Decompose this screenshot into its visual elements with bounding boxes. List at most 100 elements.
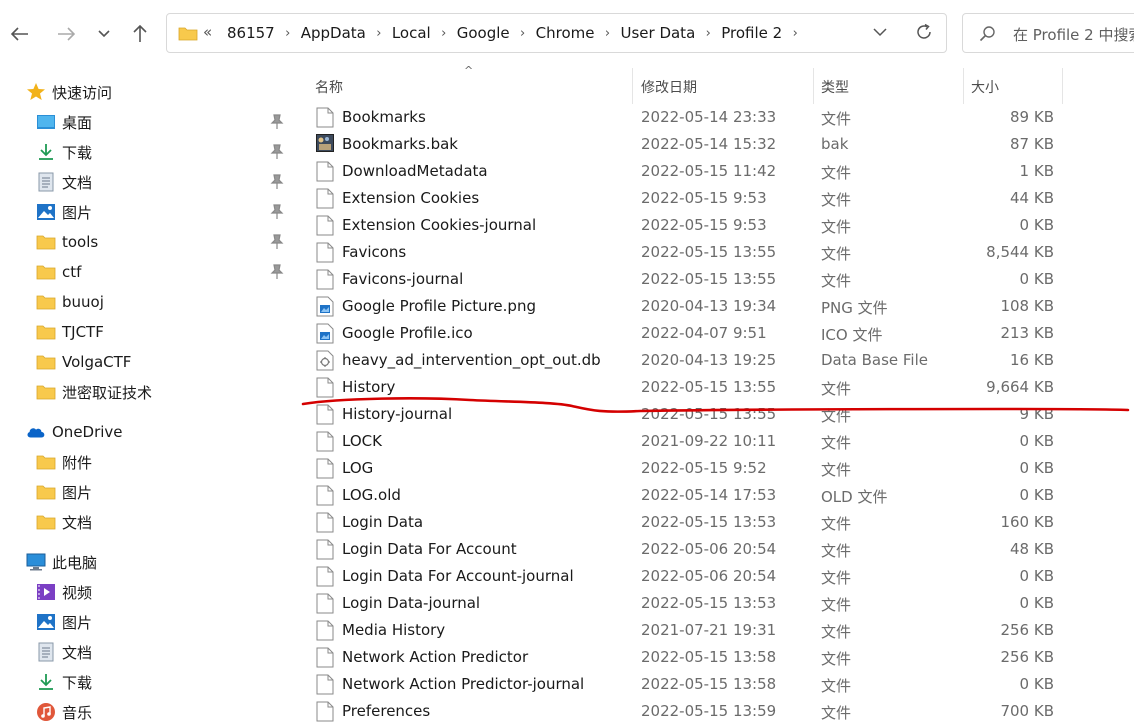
search-box[interactable]: 在 Profile 2 中搜索 bbox=[962, 13, 1134, 53]
folder-icon bbox=[36, 322, 56, 342]
file-row[interactable]: LOG.old 2022-05-14 17:53 OLD 文件 0 KB bbox=[296, 482, 1134, 509]
file-name: Login Data bbox=[342, 513, 424, 531]
file-row[interactable]: Bookmarks 2022-05-14 23:33 文件 89 KB bbox=[296, 104, 1134, 131]
sidebar-item-music[interactable]: 音乐 bbox=[0, 697, 292, 727]
column-header-name[interactable]: 名称 bbox=[315, 72, 343, 102]
sidebar-item-attachments[interactable]: 附件 bbox=[0, 447, 292, 477]
file-size: 0 KB bbox=[1019, 567, 1054, 585]
sidebar-item-pc-documents[interactable]: 文档 bbox=[0, 637, 292, 667]
file-date: 2020-04-13 19:25 bbox=[641, 351, 777, 369]
file-row[interactable]: Google Profile Picture.png 2020-04-13 19:… bbox=[296, 293, 1134, 320]
breadcrumb-item[interactable]: Chrome bbox=[532, 24, 599, 42]
pin-icon[interactable] bbox=[270, 114, 284, 130]
pin-icon[interactable] bbox=[270, 144, 284, 160]
column-divider[interactable] bbox=[813, 68, 814, 104]
refresh-icon[interactable] bbox=[915, 23, 933, 41]
file-row[interactable]: Login Data For Account-journal 2022-05-06… bbox=[296, 563, 1134, 590]
sort-ascending-icon: ^ bbox=[464, 64, 474, 77]
sidebar-item-volgactf[interactable]: VolgaCTF bbox=[0, 347, 292, 377]
sidebar-item-tools[interactable]: tools bbox=[0, 227, 292, 257]
file-row[interactable]: Preferences 2022-05-15 13:59 文件 700 KB bbox=[296, 698, 1134, 725]
file-type: 文件 bbox=[821, 677, 852, 695]
file-row[interactable]: Login Data-journal 2022-05-15 13:53 文件 0 KB bbox=[296, 590, 1134, 617]
column-header-type[interactable]: 类型 bbox=[821, 72, 849, 102]
breadcrumb-chevron-icon[interactable]: › bbox=[598, 26, 616, 41]
file-row[interactable]: heavy_ad_intervention_opt_out.db 2020-04-… bbox=[296, 347, 1134, 374]
breadcrumb-chevron-icon[interactable]: › bbox=[786, 26, 804, 41]
file-name: Bookmarks bbox=[342, 108, 426, 126]
sidebar-item-ctf[interactable]: ctf bbox=[0, 257, 292, 287]
file-size: 0 KB bbox=[1019, 459, 1054, 477]
breadcrumb-chevron-icon[interactable]: › bbox=[370, 26, 388, 41]
file-row[interactable]: Login Data For Account 2022-05-06 20:54 文件… bbox=[296, 536, 1134, 563]
breadcrumb-item[interactable]: Local bbox=[388, 24, 435, 42]
sidebar-item-downloads[interactable]: 下载 bbox=[0, 137, 292, 167]
file-name: Extension Cookies bbox=[342, 189, 480, 207]
file-row[interactable]: History-journal 2022-05-15 13:55 文件 9 KB bbox=[296, 401, 1134, 428]
sidebar-item-onedrive-documents[interactable]: 文档 bbox=[0, 507, 292, 537]
column-divider[interactable] bbox=[1062, 68, 1063, 104]
image-file-icon bbox=[316, 296, 334, 317]
sidebar-item-buuoj[interactable]: buuoj bbox=[0, 287, 292, 317]
column-divider[interactable] bbox=[963, 68, 964, 104]
breadcrumb-chevron-icon[interactable]: › bbox=[514, 26, 532, 41]
up-button[interactable] bbox=[126, 20, 154, 48]
sidebar-item-onedrive[interactable]: OneDrive bbox=[0, 417, 292, 447]
folder-icon bbox=[36, 452, 56, 472]
address-overflow[interactable]: « bbox=[203, 23, 212, 41]
sidebar-item-pictures[interactable]: 图片 bbox=[0, 197, 292, 227]
file-row[interactable]: Network Action Predictor-journal 2022-05-… bbox=[296, 671, 1134, 698]
file-date: 2022-05-15 13:58 bbox=[641, 675, 777, 693]
sidebar-item-videos[interactable]: 视频 bbox=[0, 577, 292, 607]
file-row[interactable]: Media History 2021-07-21 19:31 文件 256 KB bbox=[296, 617, 1134, 644]
sidebar-item-label: ctf bbox=[62, 263, 82, 281]
breadcrumb-item[interactable]: User Data bbox=[616, 24, 699, 42]
column-header-size[interactable]: 大小 bbox=[971, 72, 999, 102]
file-row[interactable]: LOG 2022-05-15 9:52 文件 0 KB bbox=[296, 455, 1134, 482]
sidebar-item-this-pc[interactable]: 此电脑 bbox=[0, 547, 292, 577]
file-row[interactable]: DownloadMetadata 2022-05-15 11:42 文件 1 KB bbox=[296, 158, 1134, 185]
recent-locations-button[interactable] bbox=[90, 20, 118, 48]
sidebar-item-forensics[interactable]: 泄密取证技术 bbox=[0, 377, 292, 407]
pin-icon[interactable] bbox=[270, 204, 284, 220]
breadcrumb-item[interactable]: Profile 2 bbox=[717, 24, 786, 42]
back-button[interactable] bbox=[6, 20, 34, 48]
file-row[interactable]: LOCK 2021-09-22 10:11 文件 0 KB bbox=[296, 428, 1134, 455]
sidebar-item-pc-pictures[interactable]: 图片 bbox=[0, 607, 292, 637]
sidebar-item-quick-access[interactable]: 快速访问 bbox=[0, 77, 292, 107]
breadcrumb-chevron-icon[interactable]: › bbox=[699, 26, 717, 41]
file-row[interactable]: Login Data 2022-05-15 13:53 文件 160 KB bbox=[296, 509, 1134, 536]
sidebar-item-label: 附件 bbox=[62, 453, 93, 472]
pin-icon[interactable] bbox=[270, 234, 284, 250]
column-divider[interactable] bbox=[632, 68, 633, 104]
file-type: 文件 bbox=[821, 596, 852, 614]
pin-icon[interactable] bbox=[270, 264, 284, 280]
breadcrumb-item[interactable]: AppData bbox=[297, 24, 370, 42]
breadcrumb-chevron-icon[interactable]: › bbox=[279, 26, 297, 41]
sidebar-item-pc-downloads[interactable]: 下载 bbox=[0, 667, 292, 697]
address-dropdown-icon[interactable] bbox=[873, 24, 887, 40]
sidebar-item-desktop[interactable]: 桌面 bbox=[0, 107, 292, 137]
address-bar[interactable]: « 86157 › AppData › Local › Google › Chrome ›… bbox=[166, 13, 947, 53]
file-row[interactable]: Bookmarks.bak 2022-05-14 15:32 bak 87 KB bbox=[296, 131, 1134, 158]
breadcrumb-item[interactable]: 86157 bbox=[223, 24, 279, 42]
file-row[interactable]: Favicons-journal 2022-05-15 13:55 文件 0 KB bbox=[296, 266, 1134, 293]
sidebar-item-documents[interactable]: 文档 bbox=[0, 167, 292, 197]
breadcrumb-chevron-icon[interactable]: › bbox=[435, 26, 453, 41]
file-row[interactable]: Favicons 2022-05-15 13:55 文件 8,544 KB bbox=[296, 239, 1134, 266]
sidebar-item-tjctf[interactable]: TJCTF bbox=[0, 317, 292, 347]
file-list: ^ 名称 修改日期 类型 大小 Bookmarks 2022-05-14 23:3… bbox=[296, 64, 1134, 728]
file-row[interactable]: Extension Cookies 2022-05-15 9:53 文件 44 KB bbox=[296, 185, 1134, 212]
forward-button[interactable] bbox=[52, 20, 80, 48]
file-row[interactable]: Google Profile.ico 2022-04-07 9:51 ICO 文件 2… bbox=[296, 320, 1134, 347]
search-input[interactable]: 在 Profile 2 中搜索 bbox=[1013, 24, 1134, 45]
file-row[interactable]: Extension Cookies-journal 2022-05-15 9:53… bbox=[296, 212, 1134, 239]
breadcrumb: 86157 › AppData › Local › Google › Chrome › U… bbox=[223, 14, 804, 52]
file-row[interactable]: Network Action Predictor 2022-05-15 13:58… bbox=[296, 644, 1134, 671]
file-name: Favicons-journal bbox=[342, 270, 464, 288]
pin-icon[interactable] bbox=[270, 174, 284, 190]
sidebar-item-onedrive-pictures[interactable]: 图片 bbox=[0, 477, 292, 507]
column-header-date[interactable]: 修改日期 bbox=[641, 72, 697, 102]
breadcrumb-item[interactable]: Google bbox=[453, 24, 514, 42]
file-row[interactable]: History 2022-05-15 13:55 文件 9,664 KB bbox=[296, 374, 1134, 401]
